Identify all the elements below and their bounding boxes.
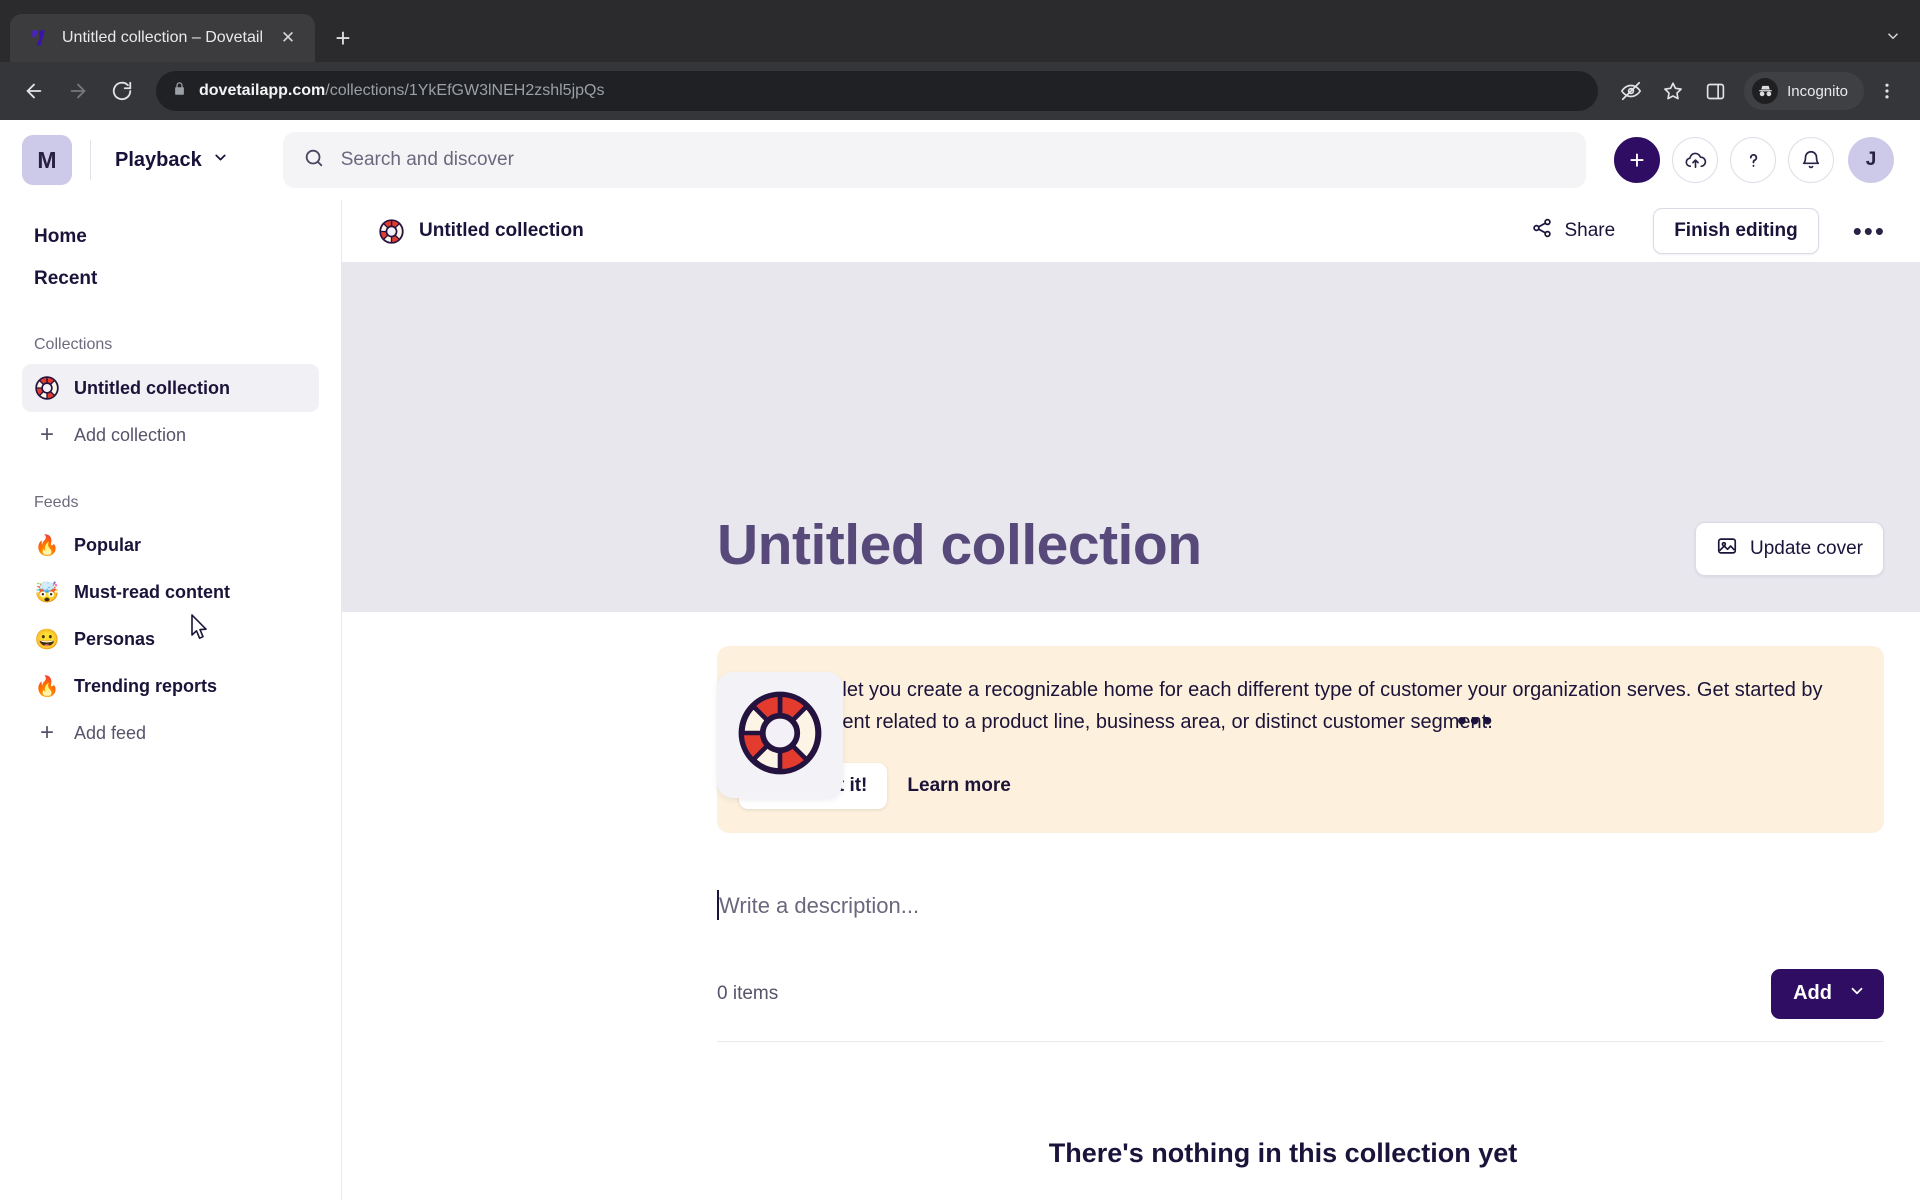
empty-state-title: There's nothing in this collection yet xyxy=(1048,1137,1518,1168)
items-count: 0 items xyxy=(717,982,779,1004)
browser-tab[interactable]: Untitled collection – Dovetail ✕ xyxy=(10,14,315,62)
chevron-down-icon xyxy=(1848,982,1866,1006)
sidebar-item-label: Untitled collection xyxy=(74,377,231,398)
collection-topbar: Untitled collection Share Finish editing… xyxy=(342,200,1920,262)
update-cover-label: Update cover xyxy=(1749,537,1863,559)
sidebar-section-collections: Collections xyxy=(34,336,113,353)
upload-cloud-icon[interactable] xyxy=(1672,137,1718,183)
sidebar-item-label: Popular xyxy=(74,535,142,555)
plus-icon: + xyxy=(39,421,54,448)
cover-options-button[interactable]: ••• xyxy=(1457,707,1495,735)
fire-icon: 🔥 xyxy=(34,535,60,557)
collection-icon-tile[interactable] xyxy=(717,672,843,798)
add-collection-label: Add collection xyxy=(74,424,187,445)
collection-cover: Untitled collection Update cover ••• xyxy=(342,262,1920,798)
address-bar-url: dovetailapp.com/collections/1YkEfGW3lNEH… xyxy=(199,82,605,99)
add-feed-label: Add feed xyxy=(74,722,147,743)
app-header: M Playback Search and discover + J xyxy=(0,120,1920,200)
sidebar-item-trending-reports[interactable]: 🔥 Trending reports xyxy=(22,663,319,710)
empty-state: There's nothing in this collection yet xyxy=(342,1138,1920,1169)
avatar[interactable]: J xyxy=(1848,137,1894,183)
add-collection-button[interactable]: + Add collection xyxy=(22,412,319,458)
side-panel-icon[interactable] xyxy=(1696,72,1734,110)
workspace-badge[interactable]: M xyxy=(22,135,72,185)
search-icon xyxy=(303,147,325,174)
browser-chrome: Untitled collection – Dovetail ✕ + dovet… xyxy=(0,0,1920,120)
sidebar-item-must-read-content[interactable]: 🤯 Must-read content xyxy=(22,569,319,616)
sidebar: Home Recent Collections Untitled collect… xyxy=(0,200,342,1200)
items-toolbar: 0 items Add xyxy=(717,968,1884,1042)
bell-icon[interactable] xyxy=(1788,137,1834,183)
create-button[interactable]: + xyxy=(1614,137,1660,183)
tab-strip: Untitled collection – Dovetail ✕ + xyxy=(0,0,1920,62)
header-divider xyxy=(90,140,91,180)
info-banner-text: Collections let you create a recognizabl… xyxy=(739,678,1823,734)
sidebar-item-popular[interactable]: 🔥 Popular xyxy=(22,522,319,569)
add-button[interactable]: Add xyxy=(1771,968,1884,1019)
plus-icon: + xyxy=(39,719,54,746)
info-banner-actions: Okay, got it! Learn more xyxy=(739,762,1854,809)
sidebar-item-recent[interactable]: Recent xyxy=(22,258,319,300)
description-placeholder: Write a description... xyxy=(719,892,920,918)
new-tab-button[interactable]: + xyxy=(325,20,361,56)
search-placeholder: Search and discover xyxy=(340,149,514,170)
update-cover-button[interactable]: Update cover xyxy=(1694,521,1884,576)
dovetail-logo-icon xyxy=(28,27,50,49)
title-band: Untitled collection Update cover xyxy=(342,462,1920,612)
dovetail-app: M Playback Search and discover + J Home … xyxy=(0,120,1920,1200)
back-arrow-icon[interactable] xyxy=(14,71,54,111)
sidebar-item-home[interactable]: Home xyxy=(22,216,319,258)
breadcrumb[interactable]: Untitled collection xyxy=(419,220,584,242)
kebab-menu-icon[interactable] xyxy=(1868,72,1906,110)
cover-band xyxy=(342,262,1920,462)
collection-body: Collections let you create a recognizabl… xyxy=(342,611,1920,1200)
ellipsis-icon[interactable]: ••• xyxy=(1853,218,1886,244)
sidebar-item-label: Personas xyxy=(74,629,156,649)
address-bar[interactable]: dovetailapp.com/collections/1YkEfGW3lNEH… xyxy=(156,71,1599,111)
text-caret xyxy=(717,889,719,920)
eye-slash-icon[interactable] xyxy=(1612,72,1650,110)
lock-icon xyxy=(172,81,187,101)
incognito-label: Incognito xyxy=(1787,82,1848,100)
share-nodes-icon xyxy=(1531,217,1553,245)
browser-tab-title: Untitled collection – Dovetail xyxy=(62,29,263,46)
chevron-down-icon[interactable] xyxy=(1884,27,1902,50)
page-title: Untitled collection xyxy=(717,513,1202,577)
browser-toolbar: dovetailapp.com/collections/1YkEfGW3lNEH… xyxy=(0,62,1920,120)
close-icon[interactable]: ✕ xyxy=(275,25,301,51)
search-input[interactable]: Search and discover xyxy=(282,132,1586,188)
main-content: Untitled collection Share Finish editing… xyxy=(342,200,1920,1200)
description-input[interactable]: Write a description... xyxy=(717,889,1884,920)
reload-icon[interactable] xyxy=(102,71,142,111)
product-menu[interactable]: Playback xyxy=(109,143,235,178)
life-ring-icon xyxy=(734,687,826,784)
grinning-face-icon: 😀 xyxy=(34,629,60,651)
image-icon xyxy=(1716,535,1738,563)
share-button[interactable]: Share xyxy=(1521,209,1625,253)
life-ring-icon xyxy=(378,218,405,245)
finish-editing-button[interactable]: Finish editing xyxy=(1653,208,1819,254)
sidebar-item-untitled-collection[interactable]: Untitled collection xyxy=(22,364,319,412)
sidebar-section-feeds: Feeds xyxy=(34,494,79,511)
info-banner: Collections let you create a recognizabl… xyxy=(717,645,1884,833)
learn-more-link[interactable]: Learn more xyxy=(903,763,1014,809)
fire-icon: 🔥 xyxy=(34,676,60,698)
add-button-label: Add xyxy=(1793,982,1832,1005)
forward-arrow-icon[interactable] xyxy=(58,71,98,111)
sidebar-item-label: Must-read content xyxy=(74,582,231,602)
app-body: Home Recent Collections Untitled collect… xyxy=(0,200,1920,1200)
chevron-down-icon xyxy=(212,149,229,172)
star-icon[interactable] xyxy=(1654,72,1692,110)
product-menu-label: Playback xyxy=(115,148,202,171)
add-feed-button[interactable]: + Add feed xyxy=(22,710,319,756)
exploding-head-icon: 🤯 xyxy=(34,582,60,604)
question-mark-icon[interactable] xyxy=(1730,137,1776,183)
sidebar-item-label: Trending reports xyxy=(74,676,218,696)
incognito-profile-chip[interactable]: Incognito xyxy=(1744,72,1864,110)
life-ring-icon xyxy=(34,375,60,401)
share-label: Share xyxy=(1564,220,1616,241)
sidebar-item-personas[interactable]: 😀 Personas xyxy=(22,616,319,663)
incognito-hat-icon xyxy=(1752,78,1779,104)
